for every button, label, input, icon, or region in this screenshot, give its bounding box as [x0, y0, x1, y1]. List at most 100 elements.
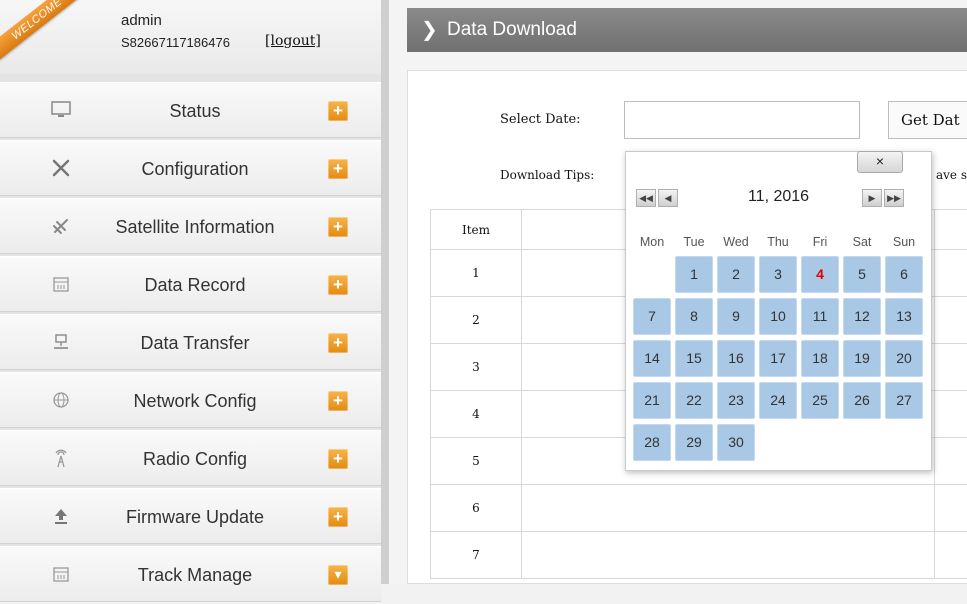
sidebar-item-label: Network Config: [95, 391, 295, 412]
device-serial: S82667117186476: [121, 35, 230, 50]
calendar-day[interactable]: 6: [885, 256, 923, 293]
sidebar-item-firmware-update[interactable]: Firmware Update +: [0, 488, 381, 544]
user-box: WELCOME admin S82667117186476 [logout]: [0, 0, 381, 74]
calendar-day[interactable]: 27: [885, 382, 923, 419]
calendar-day[interactable]: 8: [675, 298, 713, 335]
antenna-icon: [50, 447, 72, 469]
expand-icon[interactable]: +: [328, 507, 348, 527]
collapse-icon[interactable]: ▾: [328, 565, 348, 585]
sidebar-item-satellite-information[interactable]: Satellite Information +: [0, 198, 381, 254]
weekday-label: Mon: [633, 235, 671, 249]
table-cell: [935, 391, 967, 438]
sidebar-item-data-transfer[interactable]: Data Transfer +: [0, 314, 381, 370]
expand-icon[interactable]: +: [328, 101, 348, 121]
sidebar-item-label: Configuration: [95, 159, 295, 180]
calendar-day[interactable]: 1: [675, 256, 713, 293]
calendar-day[interactable]: 17: [759, 340, 797, 377]
calendar-day[interactable]: 24: [759, 382, 797, 419]
calendar-day[interactable]: 20: [885, 340, 923, 377]
select-date-label: Select Date:: [500, 112, 581, 127]
calendar-day[interactable]: 30: [717, 424, 755, 461]
row-index: 5: [431, 438, 522, 485]
sidebar-item-status[interactable]: Status +: [0, 82, 381, 138]
next-year-icon[interactable]: ▶▶: [884, 189, 904, 207]
table-row: 7: [431, 532, 967, 579]
weekday-label: Sun: [885, 235, 923, 249]
network-transfer-icon: [50, 331, 72, 353]
calendar-day[interactable]: 16: [717, 340, 755, 377]
sidebar-item-network-config[interactable]: Network Config +: [0, 372, 381, 428]
row-index: 1: [431, 250, 522, 297]
globe-icon: [50, 389, 72, 411]
row-index: 3: [431, 344, 522, 391]
calendar-day[interactable]: 19: [843, 340, 881, 377]
next-month-icon[interactable]: ▶: [862, 189, 882, 207]
close-button[interactable]: ×: [857, 151, 903, 173]
tools-icon: [50, 157, 72, 179]
section-header: ❯ Data Download: [407, 8, 967, 52]
expand-icon[interactable]: +: [328, 449, 348, 469]
expand-icon[interactable]: +: [328, 333, 348, 353]
calendar-day[interactable]: 23: [717, 382, 755, 419]
monitor-icon: [50, 99, 72, 121]
table-cell: [522, 485, 935, 532]
sidebar-item-label: Track Manage: [95, 565, 295, 586]
row-index: 6: [431, 485, 522, 532]
page-title: Data Download: [447, 19, 577, 41]
sidebar-item-label: Status: [95, 101, 295, 122]
expand-icon[interactable]: +: [328, 275, 348, 295]
sidebar-item-configuration[interactable]: Configuration +: [0, 140, 381, 196]
table-cell: [935, 532, 967, 579]
calendar-day[interactable]: 18: [801, 340, 839, 377]
get-data-button[interactable]: Get Dat: [888, 101, 967, 139]
sidebar-item-label: Data Transfer: [95, 333, 295, 354]
date-picker-popup: × ◀◀ ◀ 11, 2016 ▶ ▶▶ Mon Tue Wed Thu Fri…: [625, 151, 932, 471]
sidebar-item-track-manage[interactable]: Track Manage ▾: [0, 546, 381, 602]
calendar-day[interactable]: 11: [801, 298, 839, 335]
weekday-label: Tue: [675, 235, 713, 249]
calendar-day[interactable]: 29: [675, 424, 713, 461]
calendar-day[interactable]: 4: [801, 256, 839, 293]
table-cell: [522, 532, 935, 579]
sidebar-item-label: Radio Config: [95, 449, 295, 470]
download-tips-label: Download Tips:: [500, 168, 594, 182]
upload-icon: [50, 505, 72, 527]
satellite-icon: [50, 215, 72, 237]
calendar-day[interactable]: 12: [843, 298, 881, 335]
table-cell: [935, 438, 967, 485]
calendar-day[interactable]: 25: [801, 382, 839, 419]
weekday-label: Fri: [801, 235, 839, 249]
calendar-day[interactable]: 22: [675, 382, 713, 419]
calendar-day[interactable]: 7: [633, 298, 671, 335]
calendar-day[interactable]: 14: [633, 340, 671, 377]
expand-icon[interactable]: +: [328, 217, 348, 237]
calendar-day[interactable]: 3: [759, 256, 797, 293]
table-row: 6: [431, 485, 967, 532]
download-tips-text: ave s: [936, 168, 967, 182]
calendar-day[interactable]: 21: [633, 382, 671, 419]
date-input[interactable]: [624, 101, 860, 139]
calendar-day[interactable]: 13: [885, 298, 923, 335]
sidebar-item-label: Firmware Update: [95, 507, 295, 528]
expand-icon[interactable]: +: [328, 391, 348, 411]
weekday-label: Thu: [759, 235, 797, 249]
sidebar-menu: Status + Configuration + Satellite Infor…: [0, 82, 381, 604]
expand-icon[interactable]: +: [328, 159, 348, 179]
logout-link[interactable]: [logout]: [265, 33, 321, 49]
sidebar-item-data-record[interactable]: Data Record +: [0, 256, 381, 312]
calendar-day[interactable]: 2: [717, 256, 755, 293]
sidebar-item-radio-config[interactable]: Radio Config +: [0, 430, 381, 486]
weekday-label: Sat: [843, 235, 881, 249]
table-cell: [935, 485, 967, 532]
username: admin: [121, 12, 162, 29]
table-cell: [935, 250, 967, 297]
calendar-day[interactable]: 9: [717, 298, 755, 335]
calendar-day[interactable]: 10: [759, 298, 797, 335]
table-cell: [935, 297, 967, 344]
calendar-day[interactable]: 15: [675, 340, 713, 377]
calendar-day[interactable]: 28: [633, 424, 671, 461]
welcome-ribbon: WELCOME: [0, 0, 86, 60]
calendar-day[interactable]: 26: [843, 382, 881, 419]
calendar-day[interactable]: 5: [843, 256, 881, 293]
table-cell: [935, 344, 967, 391]
